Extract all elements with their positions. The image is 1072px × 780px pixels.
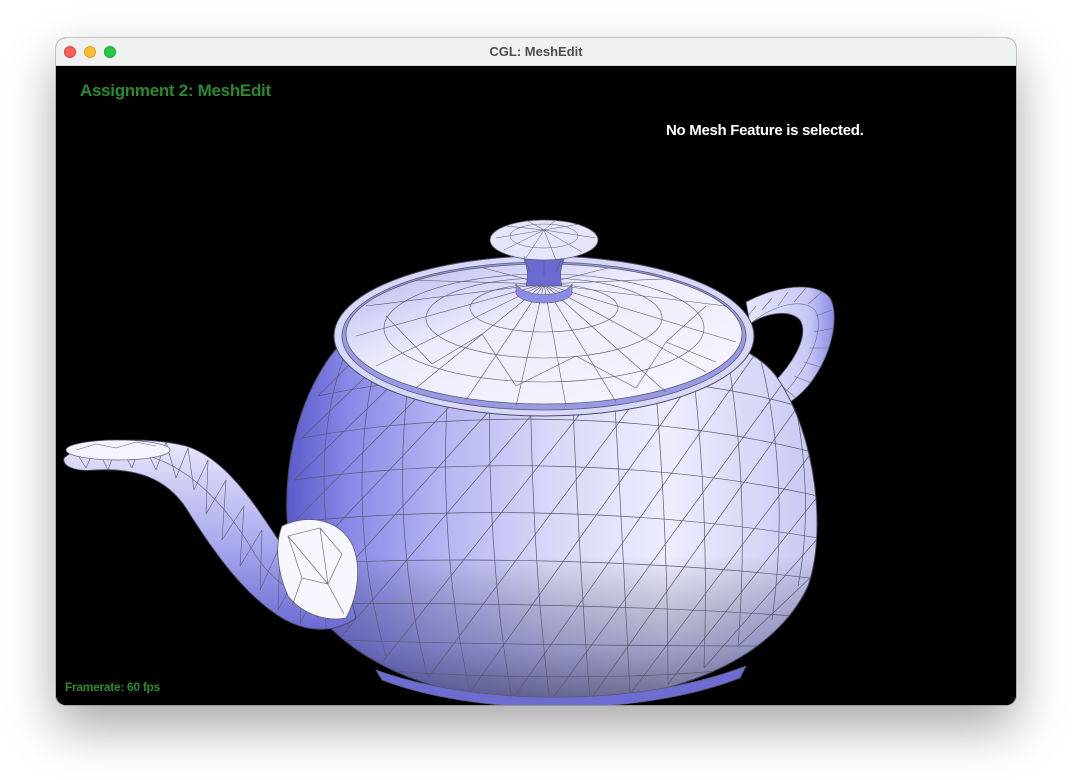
window-title: CGL: MeshEdit: [489, 44, 583, 59]
app-window: CGL: MeshEdit Assignment 2: MeshEdit No …: [56, 38, 1016, 705]
title-bar[interactable]: CGL: MeshEdit: [56, 38, 1016, 66]
render-viewport[interactable]: Assignment 2: MeshEdit No Mesh Feature i…: [56, 66, 1016, 705]
teapot-mesh[interactable]: [56, 66, 1016, 705]
framerate-readout: Framerate: 60 fps: [65, 680, 160, 694]
selection-status: No Mesh Feature is selected.: [666, 122, 864, 139]
assignment-title: Assignment 2: MeshEdit: [80, 81, 271, 100]
